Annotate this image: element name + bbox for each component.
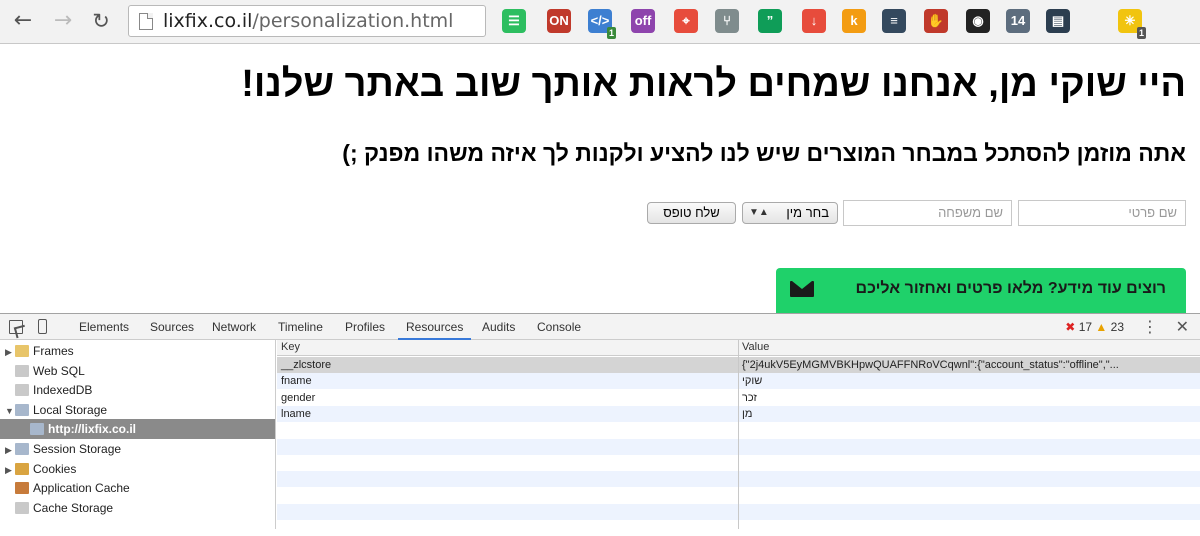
submit-form-button[interactable]: שלח טופס — [647, 202, 736, 224]
console-counts[interactable]: ✖ 17 ▲ 23 — [1065, 314, 1124, 340]
error-count: 17 — [1078, 320, 1093, 334]
adblock-on-icon[interactable]: ON — [547, 9, 571, 33]
contact-banner-text: רוצים עוד מידע? מלאו פרטים ואחזור אליכם — [855, 280, 1166, 297]
page-content: היי שוקי מן, אנחנו שמחים לראות אותך שוב … — [0, 45, 1200, 313]
error-icon: ✖ — [1065, 320, 1076, 334]
row-value: {"2j4ukV5EyMGMVBKHpwQUAFFNRoVCqwnl":{"ac… — [742, 359, 1119, 371]
sidebar-item-label: Frames — [33, 344, 74, 358]
row-key: gender — [281, 391, 316, 404]
sidebar-item-label: Cache Storage — [33, 500, 114, 515]
database-icon — [15, 364, 29, 377]
sidebar-item[interactable]: ▶ Cookies — [5, 459, 76, 479]
gender-select[interactable]: בחר מין ▲▼ — [742, 202, 838, 224]
sidebar-item-label: Local Storage — [33, 402, 108, 417]
sidebar-item-label: Session Storage — [33, 442, 122, 456]
device-mode-icon[interactable] — [38, 319, 47, 334]
database-icon — [15, 384, 29, 397]
database-icon — [15, 501, 29, 514]
tab-console[interactable]: Console — [537, 314, 581, 340]
sidebar-item-label: Application Cache — [33, 481, 130, 496]
column-divider[interactable] — [738, 340, 739, 529]
chart-icon[interactable]: ▤ — [1046, 9, 1070, 33]
storage-grid-icon — [30, 423, 44, 436]
tab-profiles[interactable]: Profiles — [345, 314, 385, 340]
reload-icon[interactable]: ↻ — [88, 8, 114, 34]
tab-sources[interactable]: Sources — [150, 314, 194, 340]
collapsed-arrow-icon[interactable]: ▶ — [5, 440, 15, 460]
sidebar-item[interactable]: Cache Storage — [15, 498, 113, 518]
collapsed-arrow-icon[interactable]: ▶ — [5, 460, 15, 480]
tab-network[interactable]: Network — [212, 314, 256, 340]
sidebar-item[interactable]: ▼ Local Storage — [5, 400, 107, 420]
eye-icon[interactable]: ◉ — [966, 9, 990, 33]
sidebar-item-label: Cookies — [33, 461, 77, 476]
hangouts-icon[interactable]: ” — [758, 9, 782, 33]
url-host: lixfix.co.il — [163, 10, 253, 32]
invite-subtitle: אתה מוזמן להסתכל במבחר המוצרים שיש לנו ל… — [342, 140, 1186, 166]
sidebar-item[interactable]: IndexedDB — [15, 380, 92, 400]
kebab-menu-icon[interactable]: ⋮ — [1142, 314, 1158, 340]
warning-count: 23 — [1110, 320, 1124, 334]
evernote-icon[interactable]: ☰ — [502, 9, 526, 33]
storage-grid-icon — [15, 403, 29, 416]
local-storage-table: Key Value __zlcstore {"2j4ukV5EyMGMVBKHpw… — [277, 340, 1200, 536]
cookie-icon — [15, 462, 29, 475]
sidebar-item[interactable]: ▶ Session Storage — [5, 439, 121, 459]
row-key: lname — [281, 407, 311, 420]
contact-banner[interactable]: רוצים עוד מידע? מלאו פרטים ואחזור אליכם — [776, 268, 1186, 313]
sidebar-item[interactable]: Web SQL — [15, 361, 85, 381]
address-bar[interactable]: lixfix.co.il/personalization.html — [128, 5, 486, 37]
tab-elements[interactable]: Elements — [79, 314, 129, 340]
tab-audits[interactable]: Audits — [482, 314, 515, 340]
folder-icon — [15, 345, 29, 357]
inspect-element-icon[interactable] — [9, 320, 23, 334]
first-name-input[interactable]: שם פרטי — [1018, 200, 1186, 226]
collapsed-arrow-icon[interactable]: ▶ — [5, 342, 15, 362]
tab-resources[interactable]: Resources — [398, 314, 472, 340]
greeting-heading: היי שוקי מן, אנחנו שמחים לראות אותך שוב … — [241, 63, 1186, 105]
row-value: שוקי — [742, 375, 763, 388]
row-key: __zlcstore — [281, 359, 332, 371]
devtools-tabbar: Elements Sources Network Timeline Profil… — [0, 314, 1200, 340]
mail-icon — [790, 281, 814, 297]
sidebar-item[interactable]: http://lixfix.co.il — [0, 419, 275, 440]
app-cache-icon — [15, 482, 29, 495]
sidebar-item-label: http://lixfix.co.il — [48, 422, 137, 437]
ghostery-icon[interactable]: off — [631, 9, 655, 33]
storage-grid-icon — [15, 443, 29, 455]
row-key: fname — [281, 375, 312, 388]
sidebar-item[interactable]: Application Cache — [15, 478, 130, 498]
calendar-icon[interactable]: 14 — [1006, 9, 1030, 33]
devtools-panel: Elements Sources Network Timeline Profil… — [0, 313, 1200, 536]
last-name-input[interactable]: שם משפחה — [843, 200, 1012, 226]
select-arrows-icon: ▲▼ — [749, 207, 769, 218]
stop-icon[interactable]: ✋ — [924, 9, 948, 33]
warning-icon: ▲ — [1095, 320, 1108, 334]
k-icon[interactable]: k — [842, 9, 866, 33]
red-target-icon[interactable]: ⌖ — [674, 9, 698, 33]
expanded-arrow-icon[interactable]: ▼ — [5, 401, 15, 421]
extension-badge: 1 — [1137, 27, 1147, 39]
forward-icon[interactable]: → — [50, 8, 76, 34]
extension-badge: 1 — [607, 27, 617, 39]
sidebar-item-label: IndexedDB — [33, 383, 93, 398]
url-path: /personalization.html — [252, 10, 454, 32]
tab-timeline[interactable]: Timeline — [278, 314, 323, 340]
y-icon[interactable]: ⑂ — [715, 9, 739, 33]
download-icon[interactable]: ↓ — [802, 9, 826, 33]
sidebar-item-label: Web SQL — [33, 363, 85, 378]
browser-toolbar: ← → ↻ lixfix.co.il/personalization.html … — [0, 0, 1200, 44]
sidebar-item[interactable]: ▶ Frames — [5, 341, 74, 361]
row-value: מן — [742, 407, 753, 420]
gender-select-label: בחר מין — [786, 205, 829, 220]
value-column-header[interactable]: Value — [742, 341, 769, 353]
resources-sidebar: ▶ Frames Web SQL IndexedDB ▼ Local Storage htt… — [0, 340, 276, 529]
page-icon — [139, 13, 153, 30]
row-value: זכר — [742, 391, 757, 404]
close-icon[interactable]: ✕ — [1176, 314, 1189, 340]
layers-icon[interactable]: ≡ — [882, 9, 906, 33]
back-icon[interactable]: ← — [10, 8, 36, 34]
key-column-header[interactable]: Key — [281, 341, 300, 353]
